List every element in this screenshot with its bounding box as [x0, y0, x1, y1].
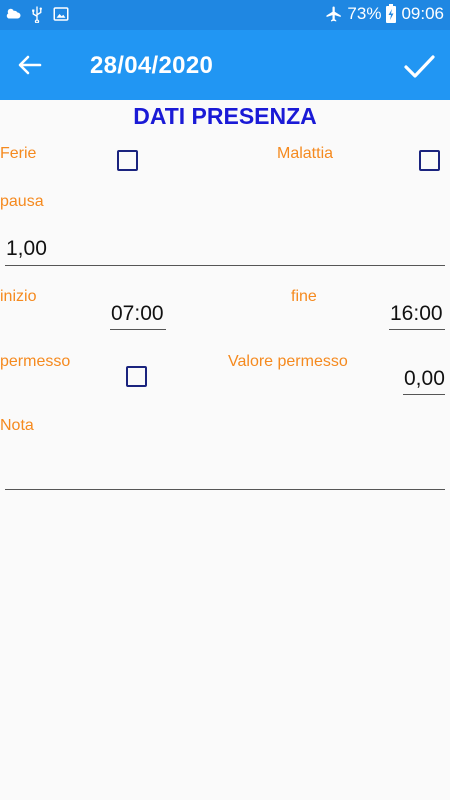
weather-cloud-icon [6, 8, 21, 19]
malattia-checkbox[interactable] [419, 150, 440, 171]
malattia-label: Malattia [277, 145, 334, 162]
permesso-checkbox[interactable] [126, 366, 147, 387]
pausa-label: pausa [0, 193, 44, 210]
usb-icon [32, 6, 42, 23]
page-title: 28/04/2020 [90, 52, 214, 79]
inizio-label: inizio [0, 288, 37, 305]
section-header: DATI PRESENZA [133, 103, 317, 129]
app-bar: 28/04/2020 [0, 30, 450, 100]
clock: 09:06 [401, 4, 444, 23]
arrow-left-icon[interactable] [12, 47, 48, 83]
ferie-label: Ferie [0, 145, 37, 162]
ferie-checkbox[interactable] [117, 150, 138, 171]
inizio-input[interactable] [110, 296, 166, 330]
image-icon [53, 7, 69, 21]
battery-percent: 73% [347, 4, 382, 23]
nota-label: Nota [0, 417, 34, 434]
airplane-icon [326, 6, 342, 22]
pausa-input[interactable] [5, 230, 445, 266]
fine-label: fine [291, 288, 317, 305]
status-bar-left [4, 5, 70, 23]
permesso-label: permesso [0, 353, 71, 370]
status-bar-right: 73% 09:06 [325, 4, 444, 24]
nota-input[interactable] [5, 450, 445, 490]
valore-permesso-input[interactable] [403, 360, 445, 395]
valore-permesso-label: Valore permesso [228, 353, 348, 370]
check-icon[interactable] [400, 47, 438, 85]
fine-input[interactable] [389, 296, 445, 330]
status-bar: 73% 09:06 [0, 0, 450, 30]
battery-charging-icon [386, 4, 397, 23]
